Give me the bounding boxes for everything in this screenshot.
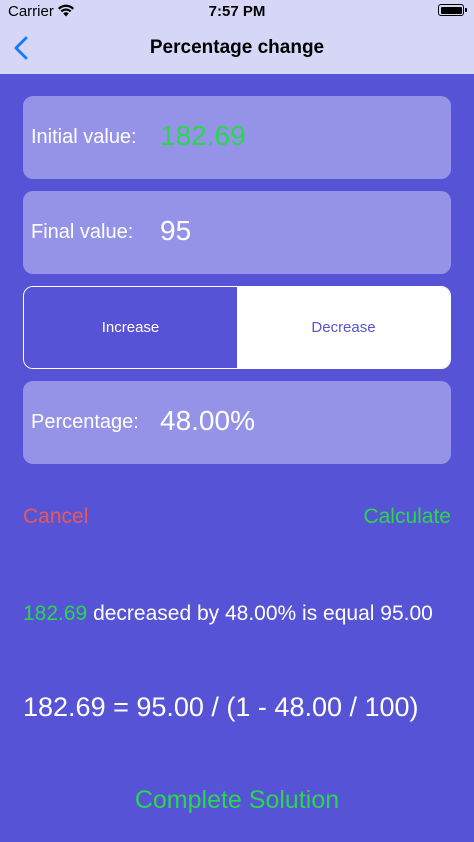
final-value-label: Final value: (31, 221, 134, 243)
initial-value-label: Initial value: (31, 126, 137, 148)
page-title: Percentage change (149, 37, 325, 58)
decrease-segment[interactable]: Decrease (237, 287, 450, 368)
percentage-field[interactable]: Percentage: 48.00% (23, 381, 451, 464)
percentage-input[interactable]: 48.00% (160, 405, 255, 437)
cancel-button[interactable]: Cancel (23, 505, 88, 529)
final-value-field[interactable]: Final value: 95 (23, 191, 451, 274)
status-bar: Carrier 7:57 PM (0, 0, 474, 24)
clock: 7:57 PM (208, 3, 266, 20)
navigation-bar: Carrier 7:57 PM Percentage change (0, 0, 474, 74)
final-value-input[interactable]: 95 (160, 215, 191, 247)
battery-icon (438, 4, 467, 16)
initial-value-input[interactable]: 182.69 (160, 120, 246, 152)
formula-text: 182.69 = 95.00 / (1 - 48.00 / 100) (23, 692, 419, 722)
initial-value-field[interactable]: Initial value: 182.69 (23, 96, 451, 179)
increase-decrease-segmented-control[interactable]: Increase Decrease (23, 286, 451, 369)
increase-segment[interactable]: Increase (24, 287, 237, 368)
result-text: decreased by 48.00% is equal 95.00 (87, 602, 433, 625)
percentage-label: Percentage: (31, 411, 139, 433)
calculate-button[interactable]: Calculate (363, 505, 451, 529)
result-initial-value: 182.69 (23, 602, 88, 625)
result-sentence: 182.69 decreased by 48.00% is equal 95.0… (23, 602, 433, 626)
complete-solution-button[interactable]: Complete Solution (0, 786, 474, 815)
